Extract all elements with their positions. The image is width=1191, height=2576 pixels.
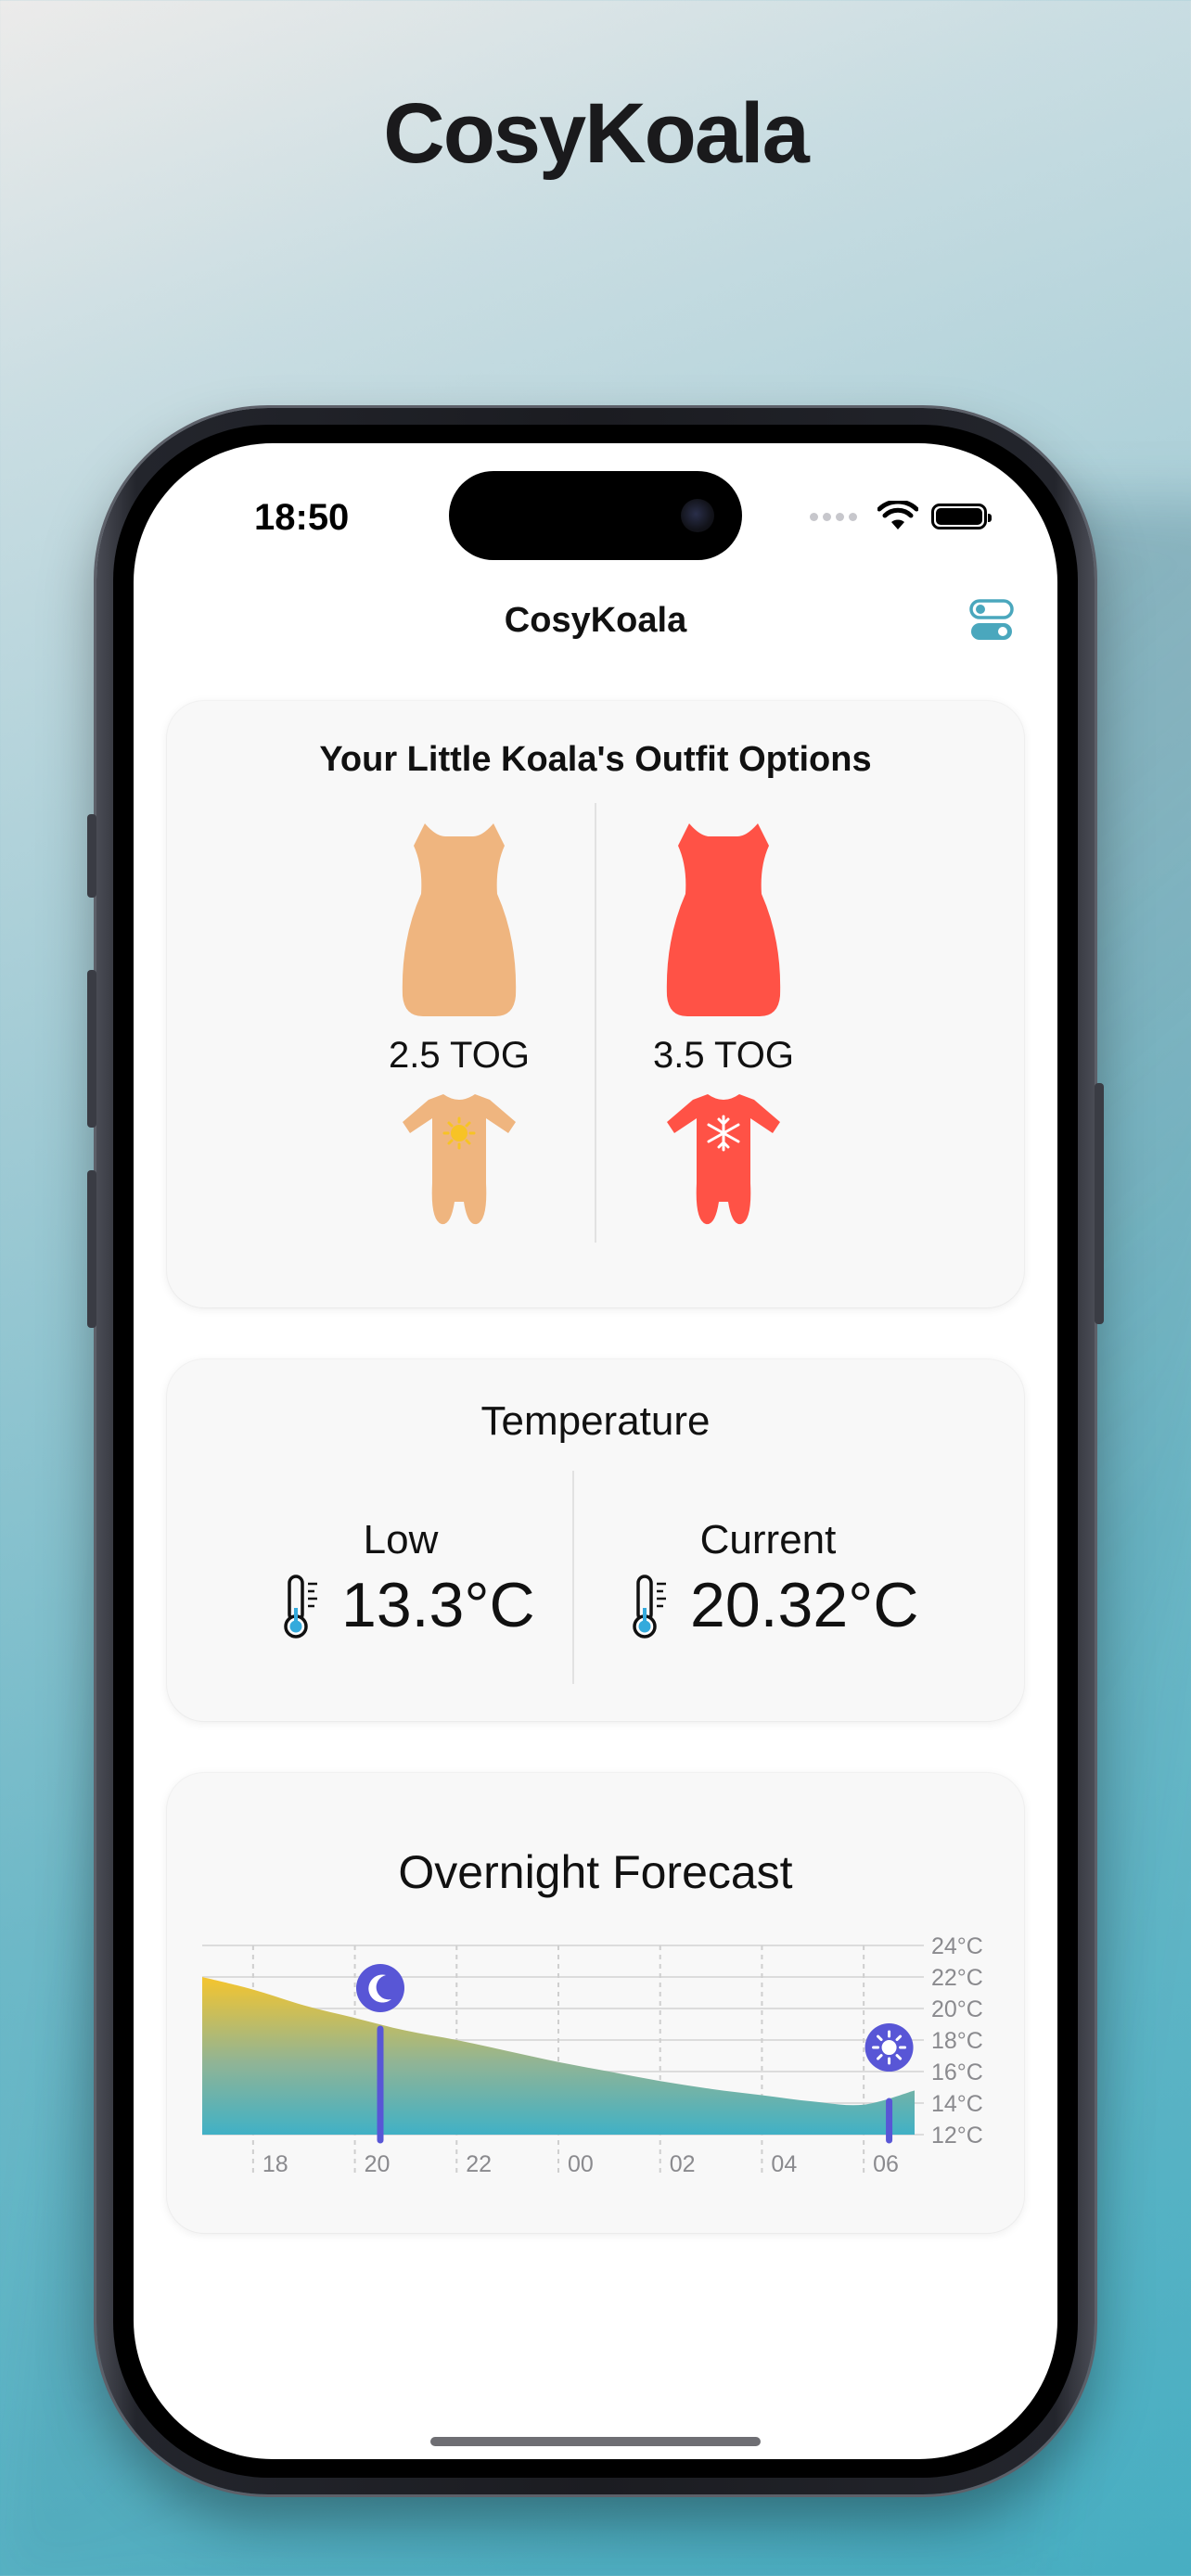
power-button [1095, 1083, 1104, 1324]
y-tick-label: 12°C [931, 2123, 983, 2149]
temperature-card: Temperature Low 13.3°C Current 20.32°C [167, 1359, 1024, 1721]
y-tick-label: 18°C [931, 2028, 983, 2054]
app-title: CosyKoala [383, 86, 810, 181]
wifi-icon [877, 501, 918, 529]
current-label: Current [699, 1517, 837, 1562]
forecast-area [202, 1977, 915, 2135]
x-tick-label: 22 [466, 2151, 492, 2177]
status-icons [810, 501, 992, 532]
home-indicator[interactable] [430, 2437, 761, 2446]
toggle-settings-icon[interactable] [968, 597, 1015, 644]
onesie-icon [403, 1094, 516, 1225]
status-time: 18:50 [254, 497, 350, 538]
x-tick-label: 18 [263, 2151, 288, 2177]
x-tick-label: 06 [873, 2151, 899, 2177]
nav-title: CosyKoala [504, 601, 687, 640]
sleep-sack-icon [402, 823, 517, 1016]
dynamic-island [449, 471, 742, 560]
tog-label: 3.5 TOG [653, 1035, 794, 1076]
forecast-chart: 24°C 22°C 20°C 18°C 16°C 14°C 12°C 18 20 22 00 02 04… [202, 1933, 983, 2177]
onesie-icon [667, 1094, 780, 1225]
x-tick-label: 02 [670, 2151, 696, 2177]
front-camera [681, 499, 714, 532]
x-tick-label: 04 [771, 2151, 797, 2177]
y-tick-label: 16°C [931, 2060, 983, 2085]
outfit-options-title: Your Little Koala's Outfit Options [319, 740, 872, 779]
y-tick-label: 24°C [931, 1933, 983, 1959]
low-label: Low [363, 1517, 439, 1562]
outfit-options-card: Your Little Koala's Outfit Options 2.5 T… [167, 701, 1024, 1307]
thermometer-icon [284, 1575, 317, 1639]
sun-icon [442, 1116, 476, 1150]
x-tick-label: 00 [568, 2151, 594, 2177]
phone-screen: 18:50 CosyKoala Your Little Koala's Outf… [134, 443, 1057, 2459]
low-temperature-value: 13.3°C [341, 1570, 535, 1640]
temperature-title: Temperature [480, 1398, 711, 1444]
volume-up-button [87, 970, 96, 1128]
y-tick-label: 22°C [931, 1965, 983, 1991]
temperature-divider [572, 1471, 574, 1684]
y-tick-label: 20°C [931, 1996, 983, 2022]
action-button [87, 814, 96, 898]
thermometer-icon [633, 1575, 666, 1639]
tog-label: 2.5 TOG [389, 1035, 530, 1076]
battery-icon [931, 504, 992, 529]
current-temperature-value: 20.32°C [690, 1570, 919, 1640]
outfit-divider [595, 803, 596, 1243]
sun-icon [864, 2023, 914, 2072]
x-tick-label: 20 [365, 2151, 391, 2177]
moon-icon [356, 1964, 404, 2012]
overnight-forecast-card: Overnight Forecast 24°C 22°C 20°C 18°C 16°C 1… [167, 1773, 1024, 2233]
volume-down-button [87, 1170, 96, 1328]
cellular-signal-icon [810, 512, 857, 521]
sleep-sack-icon [666, 823, 781, 1016]
y-tick-label: 14°C [931, 2091, 983, 2117]
